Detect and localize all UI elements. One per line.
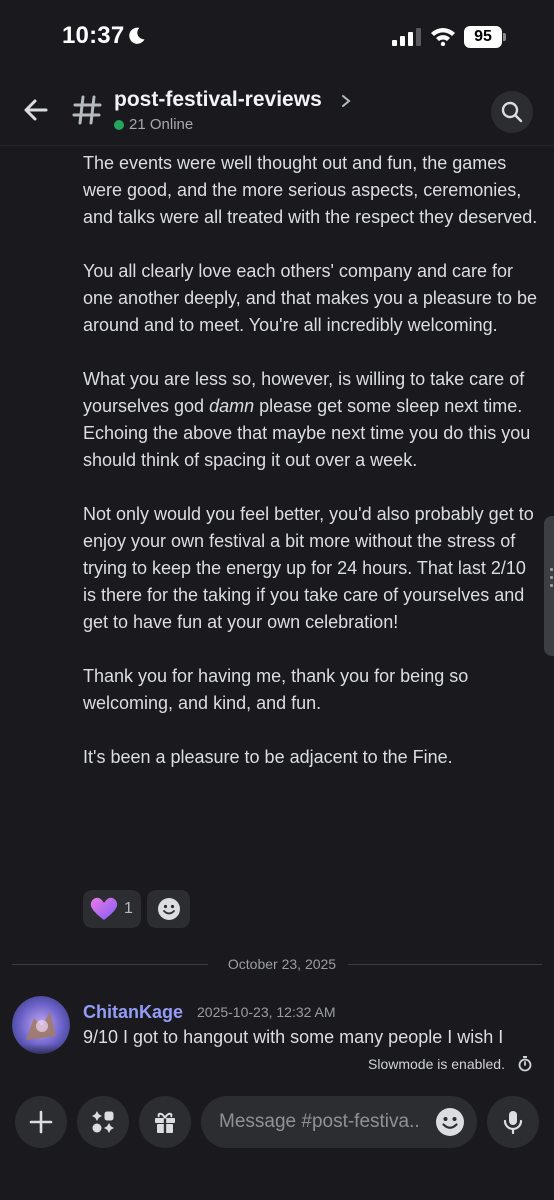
message-input-placeholder: Message #post-festiva.. [219,1111,420,1132]
online-count: 21 Online [129,116,194,133]
apps-button[interactable] [77,1096,129,1148]
status-time: 10:37 [62,22,125,49]
slowmode-notice: Slowmode is enabled. [368,1056,505,1072]
date-divider-label: October 23, 2025 [227,956,337,972]
stopwatch-icon [518,1056,532,1072]
microphone-icon [503,1111,523,1134]
message-paragraph: You all clearly love each others' compan… [83,261,537,335]
emoji-icon[interactable] [435,1107,465,1137]
gift-button[interactable] [139,1096,191,1148]
battery-icon: 95 [464,26,506,48]
online-status-dot [114,120,124,130]
discord-channel-screen: 10:37 95 post-festival-reviews 21 Online… [0,0,554,1200]
emoji-icon [158,898,180,920]
search-button[interactable] [491,91,533,133]
voice-message-button[interactable] [487,1096,539,1148]
moon-icon [129,27,145,44]
message-paragraph: The events were well thought out and fun… [83,153,538,227]
chevron-right-icon[interactable] [340,94,352,108]
reaction-count: 1 [124,900,133,917]
add-attachment-button[interactable] [15,1096,67,1148]
message-input[interactable]: Message #post-festiva.. [201,1096,477,1148]
search-icon [501,101,523,123]
apps-icon [92,1111,114,1133]
message-paragraph: Thank you for having me, thank you for b… [83,666,469,713]
message-paragraph: What you are less so, however, is willin… [83,369,531,470]
reaction-heart[interactable]: 1 [83,890,141,928]
battery-level: 95 [464,26,502,48]
side-drawer-handle[interactable] [544,516,554,656]
wifi-icon [431,28,455,46]
message-author[interactable]: ChitanKage [83,1002,183,1023]
channel-name[interactable]: post-festival-reviews [114,88,322,112]
back-arrow-icon[interactable] [18,92,54,128]
emphasis-text: damn [209,396,255,416]
status-bar: 10:37 95 [0,0,554,76]
plus-icon [29,1110,53,1134]
cellular-signal-icon [392,28,421,46]
date-divider: October 23, 2025 [12,955,542,975]
add-reaction-button[interactable] [147,890,190,928]
purple-heart-icon [90,897,118,920]
channel-hash-icon [72,95,102,125]
channel-header: post-festival-reviews 21 Online [0,76,554,146]
message-timestamp: 2025-10-23, 12:32 AM [197,1004,336,1020]
message-composer: Message #post-festiva.. [0,1082,554,1200]
message-paragraph: It's been a pleasure to be adjacent to t… [83,747,453,767]
message-content: The events were well thought out and fun… [83,150,543,798]
message-paragraph: Not only would you feel better, you'd al… [83,504,534,632]
gift-icon [155,1112,175,1133]
